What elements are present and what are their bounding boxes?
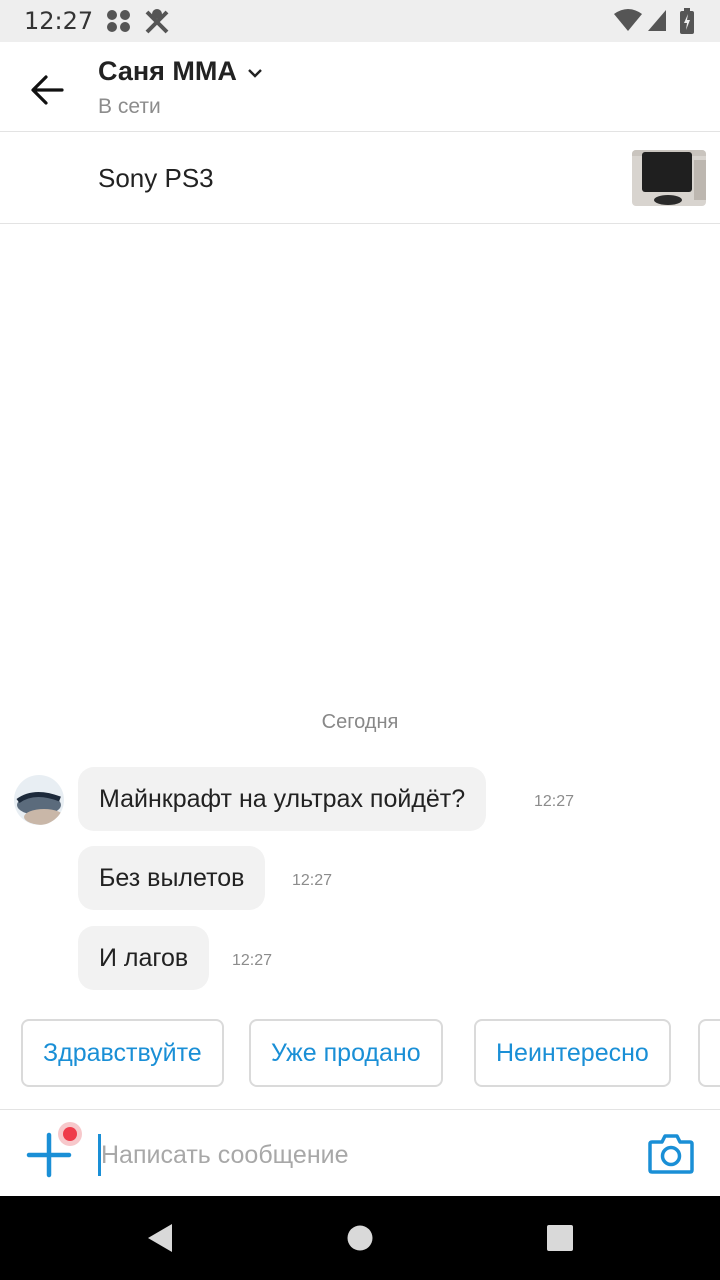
system-nav-bar [0,1196,720,1280]
message-bubble[interactable]: Майнкрафт на ультрах пойдёт? [78,767,487,831]
chevron-down-icon [248,68,263,78]
quick-reply-more[interactable] [698,1019,720,1087]
back-arrow-icon[interactable] [26,68,70,112]
signal-icon [648,10,666,31]
quick-reply-hello[interactable]: Здравствуйте [21,1019,224,1087]
message-time: 12:27 [232,952,273,969]
chat-header: Саня ММА В сети [0,42,720,132]
listing-bar[interactable]: Sony PS3 [0,133,720,224]
notification-dots-icon [107,10,130,32]
message-bubble[interactable]: Без вылетов [78,846,266,910]
message-time: 12:27 [534,793,575,810]
camera-icon[interactable] [648,1132,694,1174]
quick-reply-sold[interactable]: Уже продано [249,1019,443,1087]
avatar[interactable] [14,775,64,825]
quick-reply-not-interested[interactable]: Неинтересно [474,1019,671,1087]
contact-name: Саня ММА [98,56,237,86]
message-time: 12:27 [292,872,333,889]
status-bar: 12:27 [0,0,720,42]
message-input[interactable] [98,1134,618,1176]
nav-back-icon[interactable] [140,1218,180,1258]
status-time: 12:27 [24,7,94,35]
notification-dot [58,1122,82,1146]
battery-icon [680,8,694,34]
tools-icon [145,9,169,34]
nav-home-icon[interactable] [340,1218,380,1258]
contact-title[interactable]: Саня ММА [98,56,263,87]
nav-recents-icon[interactable] [540,1218,580,1258]
message-bubble[interactable]: И лагов [78,926,210,990]
date-separator: Сегодня [321,711,399,733]
online-status: В сети [98,95,161,118]
message-composer [0,1109,720,1196]
listing-title: Sony PS3 [98,163,214,193]
listing-thumbnail[interactable] [632,150,706,206]
wifi-icon [614,9,642,31]
